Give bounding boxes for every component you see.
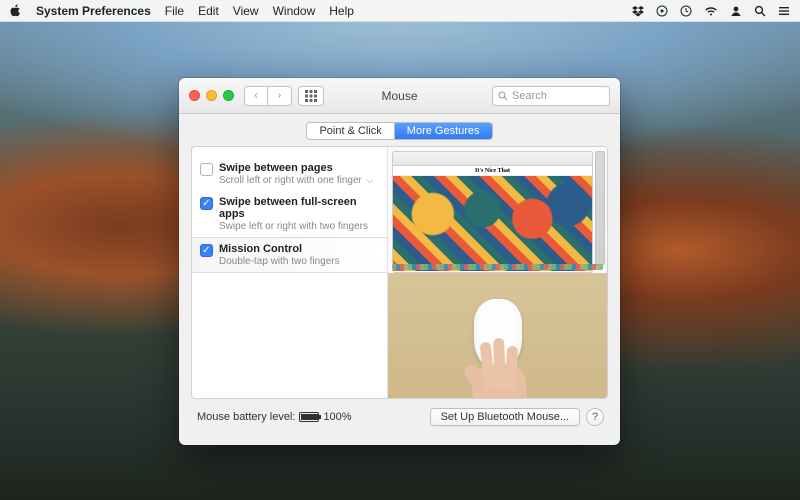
preview-page-title: It's Nice That (393, 166, 592, 175)
search-icon (498, 91, 508, 101)
window-body: Point & Click More Gestures Swipe betwee… (179, 114, 620, 445)
notification-center-icon[interactable] (778, 5, 790, 17)
checkbox-swipe-fullscreen[interactable]: ✓ (200, 197, 213, 210)
battery-icon (299, 412, 319, 422)
window-titlebar[interactable]: ‹ › Mouse Search (179, 78, 620, 114)
checkbox-swipe-pages[interactable] (200, 163, 213, 176)
minimize-button[interactable] (206, 90, 217, 101)
menu-edit[interactable]: Edit (198, 4, 219, 18)
dropbox-icon[interactable] (632, 5, 644, 17)
search-placeholder: Search (512, 90, 547, 102)
menu-bar: System Preferences File Edit View Window… (0, 0, 800, 22)
option-title: Swipe between full-screen apps (219, 196, 379, 220)
battery-label: Mouse battery level: (197, 411, 295, 423)
back-button[interactable]: ‹ (245, 87, 268, 105)
zoom-button[interactable] (223, 90, 234, 101)
option-subtitle[interactable]: Scroll left or right with one finger ⌵ (219, 175, 373, 186)
battery-value: 100% (323, 411, 351, 423)
search-field[interactable]: Search (492, 86, 610, 106)
window-stack (595, 151, 605, 265)
tab-point-and-click[interactable]: Point & Click (307, 123, 394, 139)
preview-dock (392, 264, 603, 270)
gesture-preview: It's Nice That (387, 147, 607, 398)
setup-bluetooth-button[interactable]: Set Up Bluetooth Mouse... (430, 408, 580, 426)
menu-help[interactable]: Help (329, 4, 354, 18)
close-button[interactable] (189, 90, 200, 101)
grid-icon (305, 90, 317, 102)
preview-browser: It's Nice That (392, 151, 593, 273)
preview-desk (388, 273, 607, 399)
option-title: Swipe between pages (219, 162, 373, 174)
option-mission-control[interactable]: ✓ Mission Control Double-tap with two fi… (192, 237, 387, 273)
menu-view[interactable]: View (233, 4, 259, 18)
hand-icon (458, 338, 538, 398)
option-title: Mission Control (219, 243, 340, 255)
tab-bar: Point & Click More Gestures (306, 122, 492, 140)
content-pane: Swipe between pages Scroll left or right… (191, 146, 608, 399)
menu-window[interactable]: Window (273, 4, 316, 18)
app-name[interactable]: System Preferences (36, 4, 151, 18)
chevron-down-icon: ⌵ (364, 175, 373, 185)
menu-file[interactable]: File (165, 4, 184, 18)
show-all-button[interactable] (298, 86, 324, 106)
battery-status: Mouse battery level: 100% (197, 411, 352, 423)
option-swipe-pages: Swipe between pages Scroll left or right… (192, 157, 387, 191)
preferences-window: ‹ › Mouse Search Point & Click More Gest… (179, 78, 620, 445)
wifi-icon[interactable] (704, 5, 718, 17)
option-subtitle: Double-tap with two fingers (219, 256, 340, 267)
preview-screen: It's Nice That (388, 147, 607, 273)
apple-menu-icon[interactable] (10, 4, 22, 17)
sync-icon[interactable] (656, 5, 668, 17)
option-swipe-fullscreen: ✓ Swipe between full-screen apps Swipe l… (192, 191, 387, 237)
tab-more-gestures[interactable]: More Gestures (395, 123, 492, 139)
time-machine-icon[interactable] (680, 5, 692, 17)
nav-buttons: ‹ › (244, 86, 292, 106)
preview-browser-chrome (393, 152, 592, 166)
spotlight-icon[interactable] (754, 5, 766, 17)
checkbox-mission-control[interactable]: ✓ (200, 244, 213, 257)
window-footer: Mouse battery level: 100% Set Up Bluetoo… (191, 399, 608, 435)
help-button[interactable]: ? (586, 408, 604, 426)
user-icon[interactable] (730, 5, 742, 17)
gesture-options: Swipe between pages Scroll left or right… (192, 147, 387, 398)
traffic-lights (189, 90, 234, 101)
preview-artwork (393, 175, 592, 271)
forward-button[interactable]: › (268, 87, 291, 105)
option-subtitle: Swipe left or right with two fingers (219, 221, 368, 232)
